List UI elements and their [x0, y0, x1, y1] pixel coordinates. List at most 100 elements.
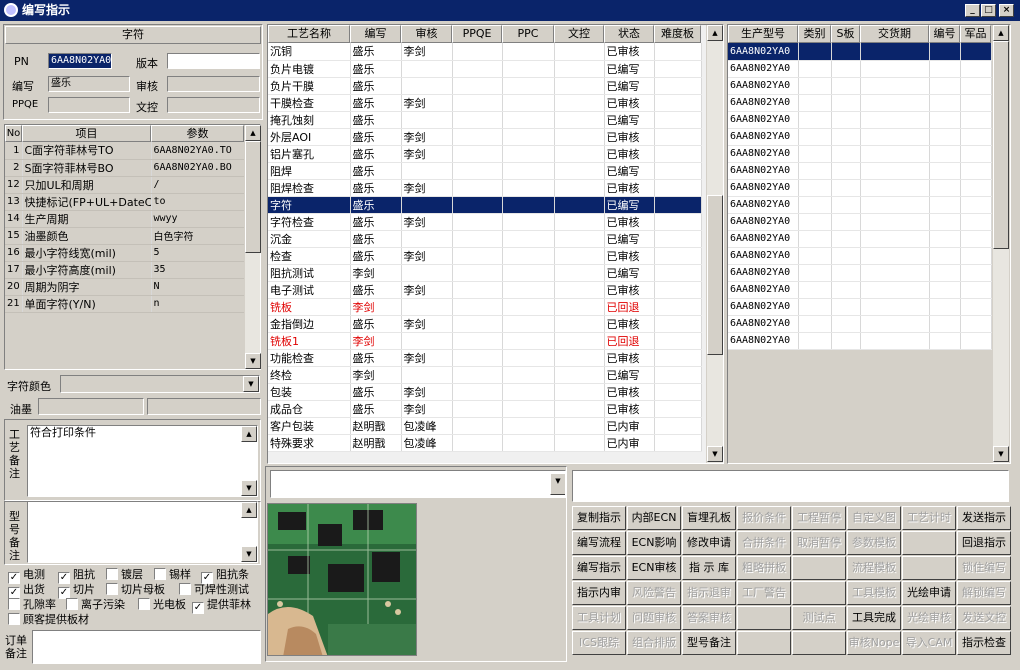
model-scrollbar[interactable]: ▲ ▼	[992, 25, 1009, 463]
order-note-input[interactable]	[32, 630, 261, 664]
process-row[interactable]: 客户包装 赵明戬 包凌峰 已内审	[268, 417, 702, 435]
process-col-header[interactable]: 难度板	[654, 25, 701, 43]
model-col-header[interactable]: S板	[831, 25, 860, 43]
model-row[interactable]: 6AA8N02YA0	[728, 43, 992, 61]
process-col-header[interactable]: 编写	[350, 25, 401, 43]
action-button[interactable]: 工具完成	[847, 606, 901, 630]
param-row[interactable]: 12 只加UL和周期 /	[5, 176, 245, 194]
scroll-down-icon[interactable]: ▼	[707, 446, 723, 462]
action-button[interactable]: ECN审核	[627, 556, 681, 580]
close-button[interactable]: ×	[999, 4, 1014, 17]
model-col-header[interactable]: 生产型号	[728, 25, 798, 43]
minimize-button[interactable]: _	[965, 4, 980, 17]
model-row[interactable]: 6AA8N02YA0	[728, 94, 992, 112]
checkbox-icon[interactable]	[179, 583, 191, 595]
process-row[interactable]: 字符 盛乐 已编写	[268, 196, 702, 214]
chevron-down-icon[interactable]: ▼	[550, 473, 565, 495]
param-row[interactable]: 2 S面字符菲林号BO 6AA8N02YA0.BO	[5, 159, 245, 177]
checkbox-option[interactable]: 锡样	[154, 566, 191, 582]
process-row[interactable]: 阻焊检查 盛乐 李剑 已审核	[268, 179, 702, 197]
model-row[interactable]: 6AA8N02YA0	[728, 196, 992, 214]
model-col-header[interactable]: 军品	[960, 25, 991, 43]
process-row[interactable]: 外层AOI 盛乐 李剑 已审核	[268, 128, 702, 146]
process-note-textarea[interactable]: 符合打印条件 ▲ ▼	[27, 425, 258, 497]
model-row[interactable]: 6AA8N02YA0	[728, 145, 992, 163]
ink-input-1[interactable]	[38, 398, 144, 415]
param-scrollbar[interactable]: ▲ ▼	[244, 125, 261, 369]
checkbox-icon[interactable]	[138, 598, 150, 610]
checkbox-icon[interactable]	[8, 613, 20, 625]
checkbox-icon[interactable]	[154, 568, 166, 580]
process-row[interactable]: 成品仓 盛乐 李剑 已审核	[268, 400, 702, 418]
process-row[interactable]: 沉铜 盛乐 李剑 已审核	[268, 43, 702, 61]
model-row[interactable]: 6AA8N02YA0	[728, 315, 992, 333]
process-row[interactable]: 电子测试 盛乐 李剑 已审核	[268, 281, 702, 299]
model-row[interactable]: 6AA8N02YA0	[728, 281, 992, 299]
scroll-down-icon[interactable]: ▼	[245, 353, 261, 369]
model-row[interactable]: 6AA8N02YA0	[728, 162, 992, 180]
process-row[interactable]: 字符检查 盛乐 李剑 已审核	[268, 213, 702, 231]
model-row[interactable]: 6AA8N02YA0	[728, 111, 992, 129]
model-note-textarea[interactable]: ▲ ▼	[27, 501, 258, 563]
param-col-param[interactable]: 参数	[151, 125, 244, 142]
process-row[interactable]: 阻焊 盛乐 已编写	[268, 162, 702, 180]
version-input[interactable]	[167, 53, 260, 69]
action-button[interactable]: 回退指示	[957, 531, 1011, 555]
chevron-down-icon[interactable]: ▼	[243, 376, 259, 392]
model-row[interactable]: 6AA8N02YA0	[728, 247, 992, 265]
checkbox-option[interactable]: 孔隙率	[8, 596, 56, 612]
process-col-header[interactable]: 文控	[554, 25, 604, 43]
scroll-thumb[interactable]	[707, 195, 723, 355]
scroll-down-icon[interactable]: ▼	[241, 546, 257, 562]
action-button[interactable]: 指示内审	[572, 581, 626, 605]
process-row[interactable]: 特殊要求 赵明戬 包凌峰 已内审	[268, 434, 702, 452]
process-row[interactable]: 负片电镀 盛乐 已编写	[268, 60, 702, 78]
model-row[interactable]: 6AA8N02YA0	[728, 77, 992, 95]
action-button[interactable]: 编写流程	[572, 531, 626, 555]
scroll-up-icon[interactable]: ▲	[245, 125, 261, 141]
process-row[interactable]: 铝片塞孔 盛乐 李剑 已审核	[268, 145, 702, 163]
model-row[interactable]: 6AA8N02YA0	[728, 264, 992, 282]
action-button[interactable]: 指示检查	[957, 631, 1011, 655]
model-col-header[interactable]: 编号	[929, 25, 960, 43]
scroll-up-icon[interactable]: ▲	[241, 502, 257, 518]
process-scrollbar[interactable]: ▲ ▼	[706, 25, 723, 463]
process-row[interactable]: 金指倒边 盛乐 李剑 已审核	[268, 315, 702, 333]
param-row[interactable]: 16 最小字符线宽(mil) 5	[5, 244, 245, 262]
checkbox-icon[interactable]	[8, 598, 20, 610]
action-button[interactable]: 光绘申请	[902, 581, 956, 605]
action-button[interactable]: 编写指示	[572, 556, 626, 580]
process-col-header[interactable]: 审核	[401, 25, 452, 43]
action-button[interactable]: 复制指示	[572, 506, 626, 530]
process-row[interactable]: 阻抗测试 李剑 已编写	[268, 264, 702, 282]
checkbox-option[interactable]: 可焊性测试	[179, 581, 249, 597]
param-row[interactable]: 14 生产周期 wwyy	[5, 210, 245, 228]
process-col-header[interactable]: PPC	[502, 25, 554, 43]
checkbox-option[interactable]: 离子污染	[66, 596, 125, 612]
ink-input-2[interactable]	[147, 398, 261, 415]
process-row[interactable]: 干膜检查 盛乐 李剑 已审核	[268, 94, 702, 112]
process-row[interactable]: 功能检查 盛乐 李剑 已审核	[268, 349, 702, 367]
model-col-header[interactable]: 交货期	[860, 25, 929, 43]
scroll-down-icon[interactable]: ▼	[993, 446, 1009, 462]
model-row[interactable]: 6AA8N02YA0	[728, 128, 992, 146]
model-row[interactable]: 6AA8N02YA0	[728, 298, 992, 316]
action-button[interactable]: 盲埋孔板	[682, 506, 736, 530]
checkbox-icon[interactable]	[106, 568, 118, 580]
param-row[interactable]: 17 最小字符高度(mil) 35	[5, 261, 245, 279]
message-input[interactable]	[572, 470, 1009, 502]
scroll-up-icon[interactable]: ▲	[241, 426, 257, 442]
model-row[interactable]: 6AA8N02YA0	[728, 332, 992, 350]
preview-combo[interactable]: ▼	[270, 470, 566, 498]
checkbox-icon[interactable]	[66, 598, 78, 610]
action-button[interactable]: 指 示 库	[682, 556, 736, 580]
param-col-item[interactable]: 项目	[22, 125, 151, 142]
action-button[interactable]: ECN影响	[627, 531, 681, 555]
param-row[interactable]: 21 单面字符(Y/N) n	[5, 295, 245, 313]
char-color-select[interactable]: ▼	[60, 375, 260, 393]
process-row[interactable]: 包装 盛乐 李剑 已审核	[268, 383, 702, 401]
scroll-thumb[interactable]	[993, 41, 1009, 249]
scroll-down-icon[interactable]: ▼	[241, 480, 257, 496]
param-row[interactable]: 1 C面字符菲林号TO 6AA8N02YA0.TO	[5, 142, 245, 160]
param-col-no[interactable]: No	[5, 125, 22, 142]
